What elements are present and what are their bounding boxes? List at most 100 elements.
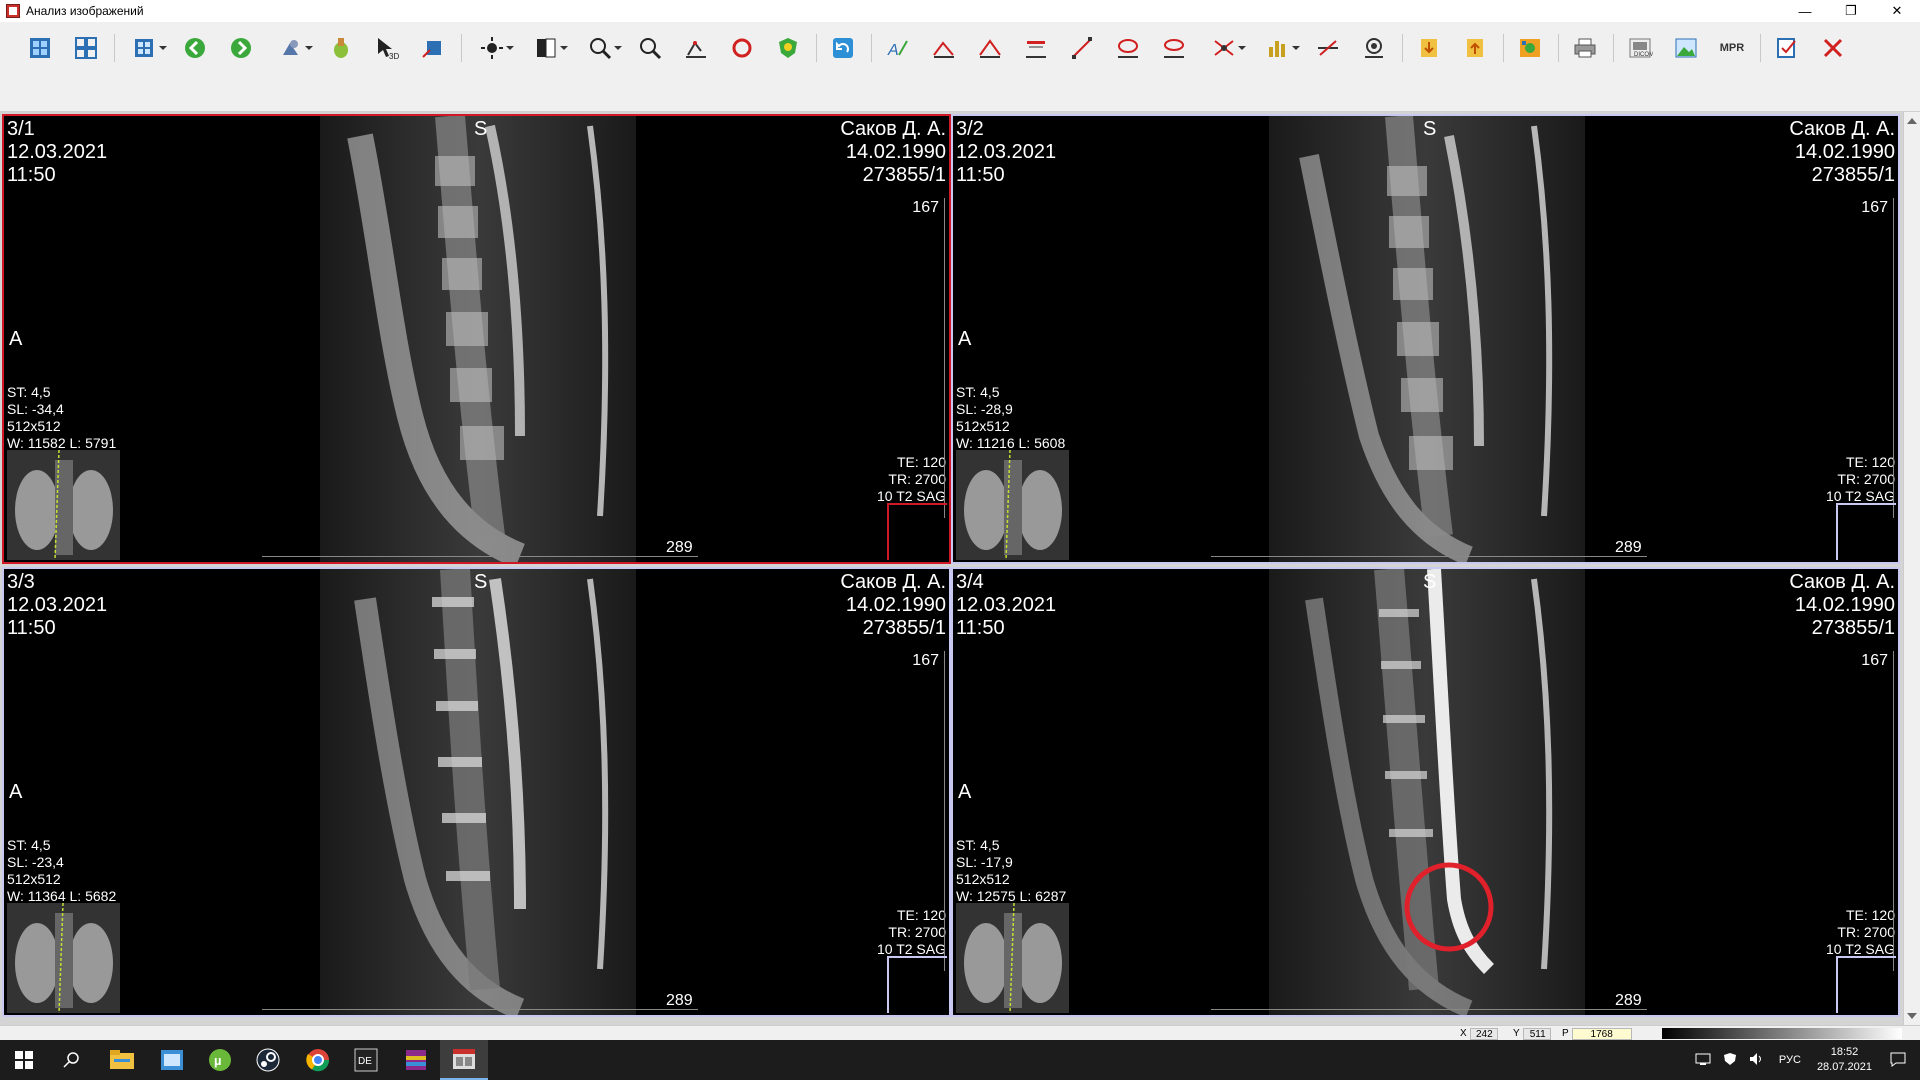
app-window-icon[interactable] [148,1040,196,1080]
sync-icon[interactable] [415,32,451,64]
series-layout-icon[interactable] [123,32,167,64]
back-icon[interactable] [177,32,213,64]
toolbar-separator [1613,34,1614,62]
clock-date: 28.07.2021 [1816,1061,1872,1073]
matrix-size: 512x512 [7,418,61,434]
settings-eye-icon[interactable] [1356,32,1392,64]
view-grid-icon[interactable] [22,32,58,64]
minimize-icon[interactable]: — [1782,0,1828,22]
scroll-up-icon[interactable] [1907,118,1917,124]
series-info: 3/1 12.03.2021 11:50 [7,118,107,187]
vertical-scrollbar[interactable] [1903,112,1920,1025]
close-tool-icon[interactable] [1815,32,1851,64]
dicom-viewer-icon[interactable]: DE [342,1040,390,1080]
profile-icon[interactable] [1156,32,1192,64]
vertical-scale [941,198,945,518]
toolbar-separator [816,34,817,62]
orientation-top: S [474,571,488,593]
angle-icon[interactable] [972,32,1008,64]
localizer-thumbnail[interactable] [7,450,120,560]
picture-icon[interactable] [1668,32,1704,64]
app-icon [6,4,20,18]
close-icon[interactable]: ✕ [1874,0,1920,22]
viewport-pane[interactable]: 3/4 12.03.2021 11:50 Саков Д. А. 14.02.1… [951,567,1900,1017]
dicom-icon[interactable]: DICOM [1622,32,1658,64]
import-icon[interactable] [1457,32,1493,64]
utorrent-icon[interactable]: µ [196,1040,244,1080]
steam-icon[interactable] [244,1040,292,1080]
image-viewer: 3/1 12.03.2021 11:50 Саков Д. А. 14.02.1… [0,112,1920,1025]
repetition-time: TR: 2700 [888,471,946,487]
study-time: 11:50 [956,164,1005,186]
y-label: Y [1513,1028,1520,1039]
notifications-icon[interactable] [1890,1051,1906,1070]
brightness-icon[interactable] [470,32,514,64]
line-icon[interactable] [1064,32,1100,64]
patient-info: Саков Д. А. 14.02.1990 273855/1 [1789,571,1895,640]
chrome-icon[interactable] [294,1040,342,1080]
windows-start-icon[interactable] [0,1040,48,1080]
file-explorer-icon[interactable] [98,1040,146,1080]
study-date: 12.03.2021 [7,141,108,163]
localizer-thumbnail[interactable] [956,450,1069,560]
echo-time: TE: 120 [1845,454,1895,470]
cobb-icon[interactable] [1018,32,1054,64]
localizer-thumbnail[interactable] [956,903,1069,1013]
horizontal-scale [262,1009,698,1015]
mri-image[interactable] [1269,569,1585,1015]
localizer-thumbnail[interactable] [7,903,120,1013]
patient-info: Саков Д. А. 14.02.1990 273855/1 [840,118,946,187]
ellipse-roi-icon[interactable] [1110,32,1146,64]
search-icon[interactable] [48,1040,96,1080]
volume-icon[interactable] [1749,1052,1765,1069]
patient-name: Саков Д. А. [840,118,946,140]
mri-image[interactable] [1269,116,1585,562]
title-bar: Анализ изображений — ❐ ✕ [0,0,1920,22]
export-icon[interactable] [1411,32,1447,64]
scroll-down-icon[interactable] [1907,1013,1917,1019]
language-indicator[interactable]: РУС [1779,1054,1801,1066]
viewport-pane[interactable]: 3/3 12.03.2021 11:50 Саков Д. А. 14.02.1… [2,567,951,1017]
svg-text:A: A [887,42,899,59]
mri-image[interactable] [320,116,636,562]
shield-icon[interactable] [770,32,806,64]
mpr-button[interactable]: MPR [1714,32,1750,64]
layout-icon[interactable] [68,32,104,64]
clock[interactable]: 18:52 28.07.2021 [1817,1045,1872,1075]
ruler-icon[interactable] [926,32,962,64]
histogram-icon[interactable] [1256,32,1300,64]
roi-icon[interactable] [678,32,714,64]
report-icon[interactable] [1769,32,1805,64]
window-level-icon[interactable] [524,32,568,64]
hand-icon[interactable] [323,32,359,64]
pane-corner-box [1836,956,1896,1013]
print-icon[interactable] [1567,32,1603,64]
pointer-3d-icon[interactable]: 3D [369,32,405,64]
slice-location: SL: -17,9 [956,854,1013,870]
series-info: 3/2 12.03.2021 11:50 [956,118,1056,187]
rotate-icon[interactable] [724,32,760,64]
magnifier-icon[interactable] [632,32,668,64]
image-analysis-icon[interactable] [440,1040,488,1080]
annotation-icon[interactable]: A [880,32,916,64]
forward-icon[interactable] [223,32,259,64]
zoom-icon[interactable] [578,32,622,64]
study-date: 12.03.2021 [7,594,108,616]
restore-icon[interactable]: ❐ [1828,0,1874,22]
sequence-info: TE: 120 TR: 2700 10 T2 SAG [1826,907,1895,958]
security-icon[interactable] [1723,1052,1737,1069]
winrar-icon[interactable] [392,1040,440,1080]
sequence-info: TE: 120 TR: 2700 10 T2 SAG [877,454,946,505]
repetition-time: TR: 2700 [888,924,946,940]
window-title: Анализ изображений [26,4,144,18]
mri-image[interactable] [320,569,636,1015]
viewport-pane[interactable]: 3/1 12.03.2021 11:50 Саков Д. А. 14.02.1… [2,114,951,564]
viewport-pane[interactable]: 3/2 12.03.2021 11:50 Саков Д. А. 14.02.1… [951,114,1900,564]
markers-icon[interactable] [1202,32,1246,64]
network-icon[interactable] [1695,1052,1711,1069]
undo-icon[interactable] [825,32,861,64]
status-bar: X 242 Y 511 P 1768 [0,1025,1920,1040]
film-icon[interactable] [1512,32,1548,64]
tools-icon[interactable] [269,32,313,64]
cut-icon[interactable] [1310,32,1346,64]
